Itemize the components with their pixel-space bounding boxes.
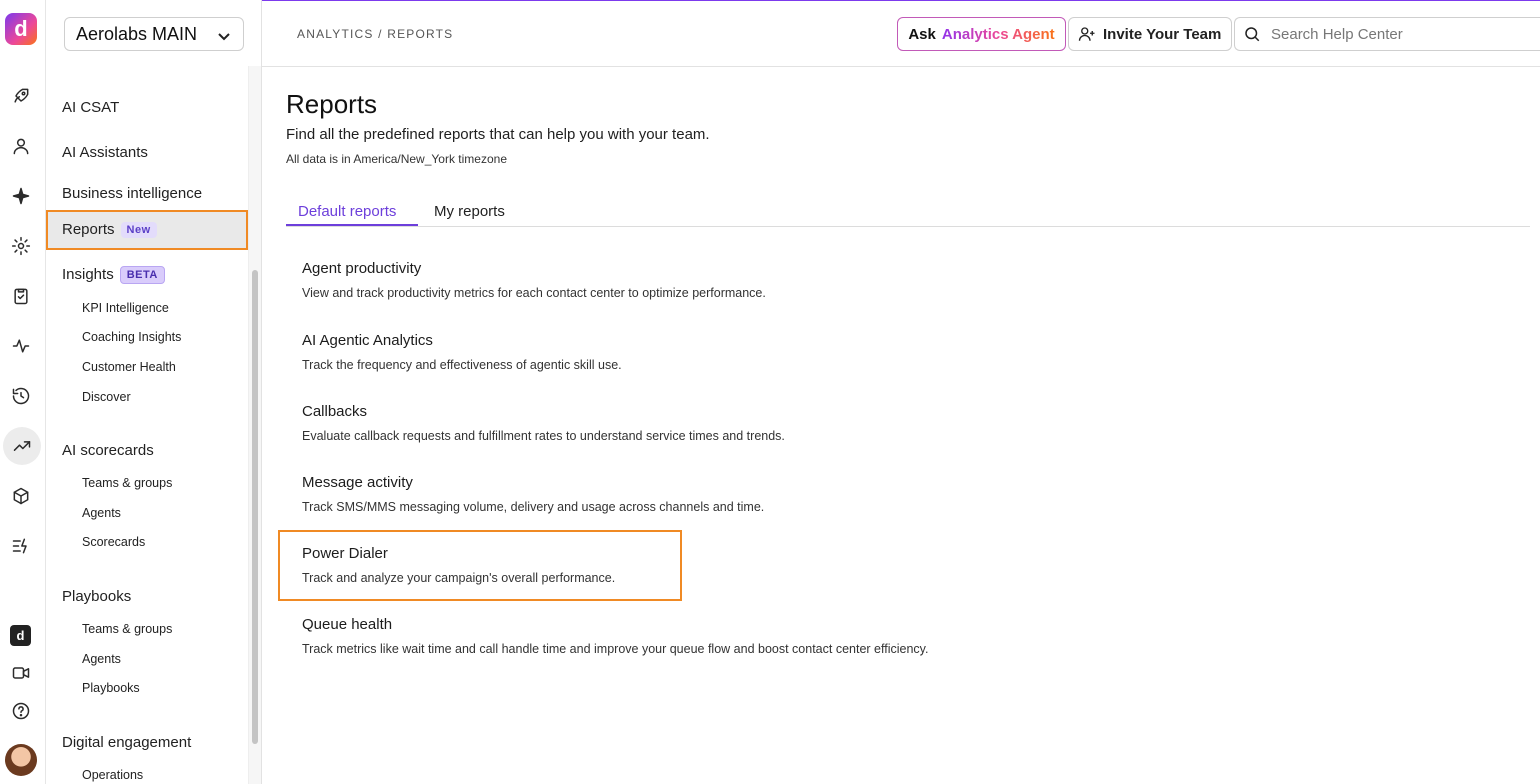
report-description: Evaluate callback requests and fulfillme… xyxy=(302,429,785,443)
icon-rail: d d xyxy=(0,0,46,784)
sidebar-subitem-agents[interactable]: Agents xyxy=(82,506,121,520)
dialpad-app-icon[interactable]: d xyxy=(10,625,31,646)
report-title: Callbacks xyxy=(302,403,368,420)
report-description: View and track productivity metrics for … xyxy=(302,286,766,300)
invite-team-button[interactable]: Invite Your Team xyxy=(1068,17,1232,51)
report-title: Power Dialer xyxy=(302,545,388,562)
report-description: Track metrics like wait time and call ha… xyxy=(302,642,929,656)
report-description: Track SMS/MMS messaging volume, delivery… xyxy=(302,500,765,514)
report-item-agent-productivity[interactable]: Agent productivity View and track produc… xyxy=(302,260,766,300)
sidebar-subitem-customer-health[interactable]: Customer Health xyxy=(82,360,176,374)
sidebar-item-digital-engagement[interactable]: Digital engagement xyxy=(62,734,191,751)
user-avatar[interactable] xyxy=(5,744,37,776)
report-item-callbacks[interactable]: Callbacks Evaluate callback requests and… xyxy=(302,403,785,443)
sidebar-item-label: Reports xyxy=(62,221,115,238)
page-subtitle: Find all the predefined reports that can… xyxy=(286,126,710,143)
sidebar-item-ai-scorecards[interactable]: AI scorecards xyxy=(62,442,154,459)
tab-default-reports[interactable]: Default reports xyxy=(298,203,396,220)
sidebar-subitem-playbooks[interactable]: Playbooks xyxy=(82,681,140,695)
workspace-name: Aerolabs MAIN xyxy=(76,23,198,44)
report-tabs: Default reports My reports xyxy=(286,199,1530,227)
report-item-message-activity[interactable]: Message activity Track SMS/MMS messaging… xyxy=(302,474,764,514)
list-bolt-icon[interactable] xyxy=(8,533,34,559)
active-tab-indicator xyxy=(286,224,418,226)
sidebar-item-insights[interactable]: Insights BETA xyxy=(62,266,165,284)
sidebar-subitem-teams-groups[interactable]: Teams & groups xyxy=(82,476,172,490)
sidebar-item-ai-assistants[interactable]: AI Assistants xyxy=(62,144,148,161)
sidebar-subitem-scorecards[interactable]: Scorecards xyxy=(82,535,145,549)
tab-my-reports[interactable]: My reports xyxy=(434,203,505,220)
report-title: Message activity xyxy=(302,474,413,491)
sidebar-subitem-agents[interactable]: Agents xyxy=(82,652,121,666)
analytics-trend-icon[interactable] xyxy=(3,427,41,465)
new-badge: New xyxy=(120,222,157,238)
chevron-down-icon xyxy=(217,27,231,41)
breadcrumb: ANALYTICS / REPORTS xyxy=(297,27,454,41)
add-user-icon xyxy=(1078,27,1095,41)
search-icon xyxy=(1245,27,1260,42)
help-icon[interactable] xyxy=(8,698,34,724)
sidebar-item-playbooks[interactable]: Playbooks xyxy=(62,588,131,605)
sidebar-subitem-teams-groups[interactable]: Teams & groups xyxy=(82,622,172,636)
sidebar-subitem-operations[interactable]: Operations xyxy=(82,768,143,782)
rocket-icon[interactable] xyxy=(8,83,34,109)
report-description: Track and analyze your campaign's overal… xyxy=(302,571,616,585)
workspace-selector[interactable]: Aerolabs MAIN xyxy=(64,17,244,51)
report-title: Queue health xyxy=(302,616,393,633)
page-title: Reports xyxy=(286,89,378,119)
report-title: AI Agentic Analytics xyxy=(302,332,433,349)
report-item-queue-health[interactable]: Queue health Track metrics like wait tim… xyxy=(302,616,928,656)
analytics-agent-label: Analytics Agent xyxy=(941,25,1055,43)
report-title: Agent productivity xyxy=(302,260,422,277)
timezone-note: All data is in America/New_York timezone xyxy=(286,152,507,166)
cube-icon[interactable] xyxy=(8,483,34,509)
invite-label: Invite Your Team xyxy=(1103,25,1222,43)
gear-icon[interactable] xyxy=(8,233,34,259)
sidebar-item-reports[interactable]: Reports New xyxy=(62,221,157,238)
ask-label: Ask xyxy=(908,25,936,43)
dialpad-logo-icon[interactable]: d xyxy=(5,13,37,45)
sidebar-subitem-coaching-insights[interactable]: Coaching Insights xyxy=(82,330,181,344)
sidebar-item-label: Insights xyxy=(62,266,114,283)
sidebar-subitem-discover[interactable]: Discover xyxy=(82,390,131,404)
sidebar-subitem-kpi-intelligence[interactable]: KPI Intelligence xyxy=(82,301,169,315)
beta-badge: BETA xyxy=(119,266,165,284)
sidebar-item-business-intelligence[interactable]: Business intelligence xyxy=(62,185,202,202)
activity-icon[interactable] xyxy=(8,333,34,359)
help-search[interactable] xyxy=(1234,17,1540,51)
ask-analytics-agent-button[interactable]: Ask Analytics Agent xyxy=(897,17,1066,51)
report-item-power-dialer[interactable]: Power Dialer Track and analyze your camp… xyxy=(302,545,615,585)
video-icon[interactable] xyxy=(8,660,34,686)
search-input[interactable] xyxy=(1271,25,1531,43)
clipboard-icon[interactable] xyxy=(8,283,34,309)
sidebar-item-ai-csat[interactable]: AI CSAT xyxy=(62,99,119,116)
person-icon[interactable] xyxy=(8,133,34,159)
report-description: Track the frequency and effectiveness of… xyxy=(302,358,622,372)
top-header: ANALYTICS / REPORTS Ask Analytics Agent … xyxy=(262,0,1540,67)
sparkle-icon[interactable] xyxy=(8,183,34,209)
report-item-ai-agentic-analytics[interactable]: AI Agentic Analytics Track the frequency… xyxy=(302,332,622,372)
history-icon[interactable] xyxy=(8,383,34,409)
analytics-sidebar: Aerolabs MAIN AI CSAT AI Assistants Busi… xyxy=(46,0,262,784)
sidebar-scrollbar-thumb[interactable] xyxy=(252,270,258,744)
reports-page: Reports Find all the predefined reports … xyxy=(262,67,1540,784)
